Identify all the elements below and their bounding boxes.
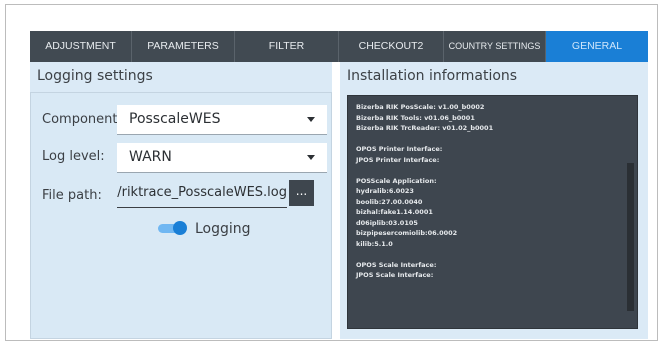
tab-checkout2[interactable]: CHECKOUT2	[339, 31, 444, 62]
tab-general[interactable]: GENERAL	[546, 31, 648, 62]
tab-adjustment[interactable]: ADJUSTMENT	[30, 31, 132, 62]
loglevel-label: Log level:	[42, 149, 105, 164]
tab-country-settings[interactable]: COUNTRY SETTINGS	[444, 31, 546, 62]
console-line: boolib:27.00.0040	[356, 197, 423, 206]
tab-parameters[interactable]: PARAMETERS	[132, 31, 235, 62]
scrollbar[interactable]	[627, 163, 634, 311]
tab-bar: ADJUSTMENT PARAMETERS FILTER CHECKOUT2 C…	[30, 31, 648, 62]
installation-panel: Installation informations Bizerba RIK Po…	[340, 62, 648, 339]
component-value: PosscaleWES	[129, 111, 221, 127]
loglevel-value: WARN	[129, 149, 172, 165]
toggle-knob	[173, 221, 187, 235]
installation-console[interactable]: Bizerba RIK PosScale: v1.00_b0002 Bizerba…	[347, 95, 638, 329]
installation-title: Installation informations	[347, 68, 518, 84]
console-line: bizhal:fake1.14.0001	[356, 208, 433, 216]
filepath-value: /log/riktrace_PosscaleWES.log	[117, 185, 287, 200]
console-line: JPOS Scale Interface:	[356, 271, 434, 279]
filepath-label: File path:	[42, 188, 102, 203]
console-line: kilib:5.1.0	[356, 239, 393, 248]
logging-toggle-label: Logging	[195, 221, 251, 237]
filepath-input[interactable]: /log/riktrace_PosscaleWES.log	[117, 180, 287, 208]
browse-button[interactable]: ...	[289, 180, 314, 206]
logging-settings-panel: Logging settings Component: PosscaleWES …	[30, 62, 332, 339]
chevron-down-icon	[307, 117, 315, 122]
console-line: JPOS Printer Interface:	[356, 155, 440, 164]
loglevel-select[interactable]: WARN	[117, 143, 327, 173]
component-select[interactable]: PosscaleWES	[117, 105, 327, 135]
console-line: hydralib:6.0023	[356, 187, 414, 195]
console-line: OPOS Scale Interface:	[356, 260, 437, 269]
chevron-down-icon	[307, 155, 315, 160]
console-line: bizpipesercomiolib:06.0002	[356, 229, 458, 237]
logging-toggle[interactable]	[156, 221, 187, 235]
console-lines: Bizerba RIK PosScale: v1.00_b0002 Bizerba…	[356, 102, 493, 281]
console-line: Bizerba RIK PosScale: v1.00_b0002	[356, 103, 485, 111]
console-line: OPOS Printer Interface:	[356, 145, 443, 153]
console-line: Bizerba RIK Tools: v01.06_b0001	[356, 113, 475, 122]
component-label: Component:	[42, 112, 122, 127]
console-line: POSScale Application:	[356, 176, 437, 185]
logging-settings-title: Logging settings	[37, 68, 153, 84]
console-line: Bizerba RIK TrcReader: v01.02_b0001	[356, 124, 494, 132]
console-line: d06iplib:03.0105	[356, 218, 418, 227]
tab-filter[interactable]: FILTER	[235, 31, 339, 62]
